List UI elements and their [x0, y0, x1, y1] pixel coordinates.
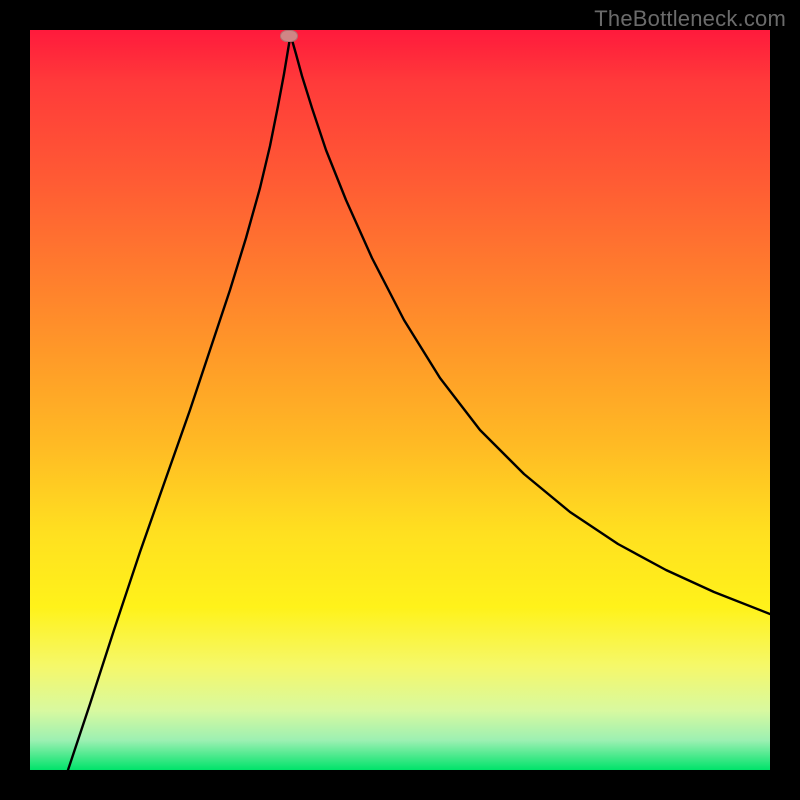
curve-svg — [30, 30, 770, 770]
plot-area — [30, 30, 770, 770]
chart-container: TheBottleneck.com — [0, 0, 800, 800]
bottleneck-curve-path — [68, 38, 770, 770]
watermark-text: TheBottleneck.com — [594, 6, 786, 32]
optimal-point-marker — [280, 30, 298, 42]
